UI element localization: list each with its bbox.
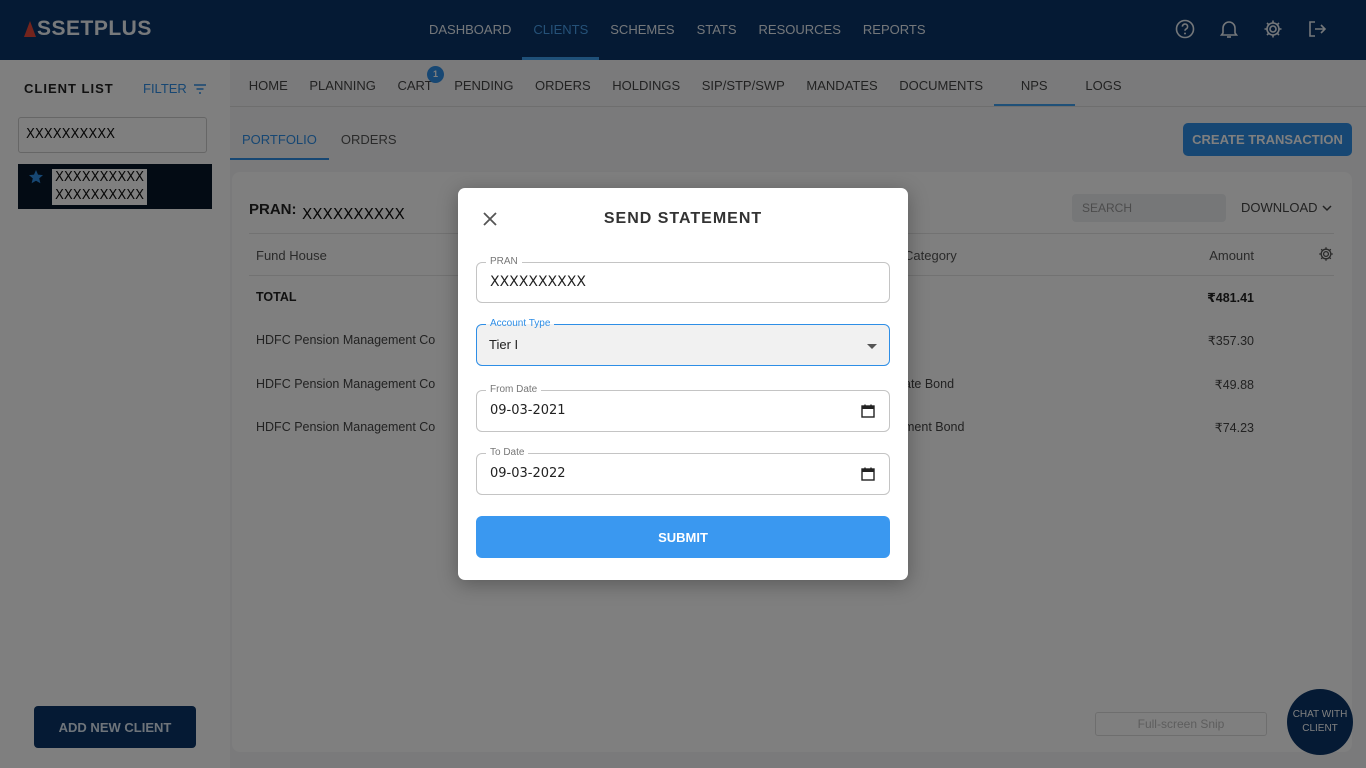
account-type-select[interactable]: Account Type Tier I: [476, 318, 890, 366]
pran-field-value: XXXXXXXXXX: [490, 274, 586, 290]
from-date-field[interactable]: From Date 09-03-2021: [476, 384, 890, 432]
modal-title: SEND STATEMENT: [603, 210, 763, 227]
calendar-icon[interactable]: [861, 467, 875, 481]
pran-field-label: PRAN: [486, 256, 522, 268]
send-statement-modal: SEND STATEMENT PRAN XXXXXXXXXX Account T…: [458, 188, 908, 580]
account-type-label: Account Type: [486, 318, 555, 330]
to-date-field[interactable]: To Date 09-03-2022: [476, 447, 890, 495]
submit-button[interactable]: SUBMIT: [476, 516, 890, 558]
from-date-value: 09-03-2021: [490, 403, 566, 418]
account-type-value: Tier I: [489, 337, 519, 352]
to-date-value: 09-03-2022: [490, 466, 566, 481]
calendar-icon[interactable]: [861, 404, 875, 418]
caret-down-icon: [867, 344, 877, 349]
from-date-label: From Date: [486, 384, 542, 396]
to-date-label: To Date: [486, 447, 529, 459]
pran-field[interactable]: PRAN XXXXXXXXXX: [476, 256, 890, 303]
